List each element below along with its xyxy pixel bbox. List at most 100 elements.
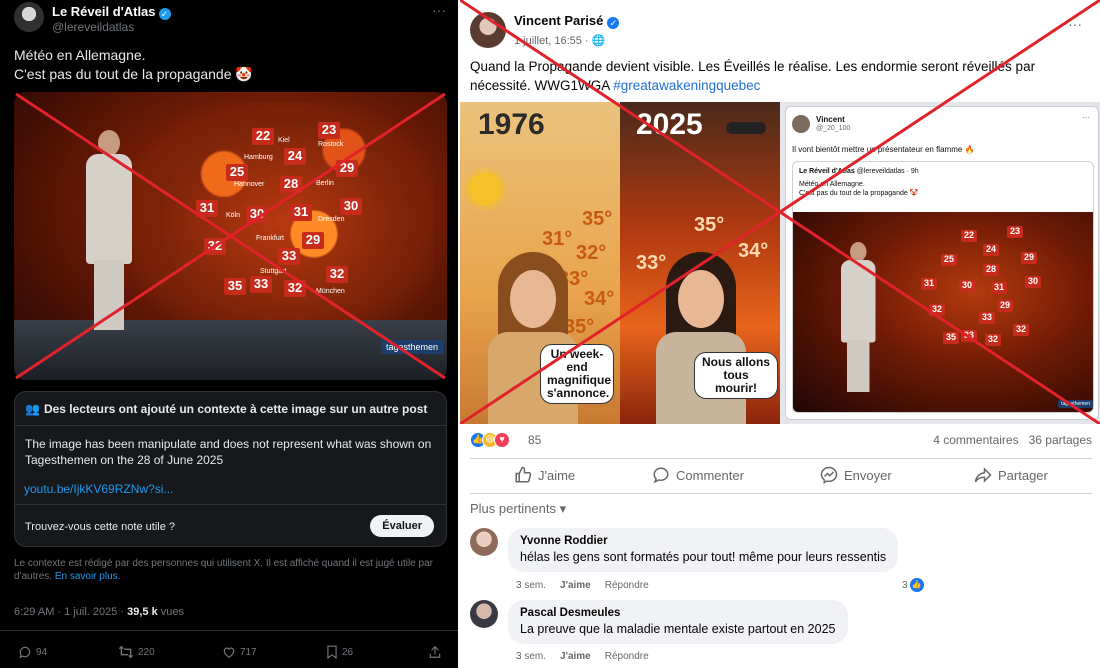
meme-image[interactable]: 1976 2025 35° 31° 32° 33° 34° 35° 35° 33… [460,102,780,424]
divider [470,493,1092,494]
meme-temp: 31° [542,228,573,250]
temp-badge: 35 [224,278,246,295]
embedded-screenshot[interactable]: Vincent @_20_100 ··· Il vont bientôt met… [785,106,1099,420]
temp-badge: 33 [250,276,272,293]
city-label: Hamburg [244,154,273,161]
like-icon [223,647,235,658]
author-name-text[interactable]: Vincent Parisé [514,13,603,28]
post-timestamp[interactable]: 6:29 AM · 1 juil. 2025 · [14,606,127,618]
temp-badge: 31 [290,204,312,221]
share-button[interactable]: Partager [974,466,1048,484]
avatar[interactable] [470,600,498,628]
quoted-text-line: C'est pas du tout de la propagande 🤡 [799,190,919,197]
repost-button[interactable]: 220 [118,645,155,659]
temp-badge: 31 [196,200,218,217]
temp-badge: 30 [959,280,975,292]
more-options-icon[interactable]: ··· [1068,16,1082,32]
reply-button[interactable]: 94 [18,645,47,659]
temp-badge: 24 [983,244,999,256]
author-name[interactable]: Vincent Parisé ✓ [514,13,620,29]
share-button[interactable] [428,645,442,659]
temp-badge: 29 [1021,252,1037,264]
city-label: Rostock [318,141,344,148]
learn-more-link[interactable]: En savoir plus. [55,571,121,582]
community-note-link[interactable]: youtu.be/IjkKV69RZNw?si... [24,482,173,496]
views-label: vues [157,606,185,618]
share-button-label: Partager [998,467,1048,483]
quoted-author: Le Réveil d'Atlas @lereveildatlas · 9h [799,168,919,175]
reaction-stats: 👍 😆 ♥ 85 4 commentaires 36 partages [470,432,1092,450]
helicopter-icon [726,122,766,134]
city-label: München [316,288,345,295]
post-date[interactable]: 1 juillet, 16:55 · 🌐 [514,34,605,47]
author-handle[interactable]: @lereveildatlas [52,20,134,34]
post-text-line: Météo en Allemagne. [14,47,146,63]
like-button[interactable]: J'aime [514,466,575,484]
like-reaction-icon: 👍 [909,578,924,592]
avatar[interactable] [470,12,506,48]
temp-badge: 30 [1025,276,1041,288]
reply-icon [19,646,31,659]
community-note-header: 👥 Des lecteurs ont ajouté un contexte à c… [15,392,446,426]
avatar[interactable] [470,528,498,556]
reaction-icons[interactable]: 👍 😆 ♥ [470,432,510,448]
avatar[interactable] [14,2,44,32]
meme-temp: 35° [694,214,725,236]
comment-author[interactable]: Yvonne Roddier [520,535,886,547]
temp-badge: 31 [991,282,1007,294]
facebook-post: Vincent Parisé ✓ 1 juillet, 16:55 · 🌐 ···… [460,0,1100,668]
reply-count: 94 [36,646,48,658]
meme-temp: 35° [582,208,613,230]
temp-badge: 32 [929,304,945,316]
comment-time[interactable]: 3 sem. [516,651,546,662]
quoted-post: Le Réveil d'Atlas @lereveildatlas · 9h M… [792,161,1094,413]
temp-badge: 24 [284,148,306,165]
comment-button-label: Commenter [676,467,744,483]
reaction-count[interactable]: 85 [528,433,541,447]
temp-badge: 33 [979,312,995,324]
comment-author[interactable]: Pascal Desmeules [520,607,836,619]
temp-badge: 32 [1013,324,1029,336]
more-options-icon[interactable]: ··· [432,2,446,18]
verified-badge-icon: ✓ [158,8,171,20]
comment-like-button[interactable]: J'aime [560,651,591,662]
x-post: Le Réveil d'Atlas ✓ @lereveildatlas ··· M… [0,0,458,668]
shares-count[interactable]: 36 partages [1029,433,1092,447]
embedded-handle: @_20_100 [816,125,851,132]
send-button[interactable]: Envoyer [820,466,892,484]
rate-note-button[interactable]: Évaluer [370,515,434,537]
like-button[interactable]: 717 [222,645,257,659]
comment-bubble: Pascal Desmeules La preuve que la maladi… [508,600,848,644]
meme-caption-left: Un week-end magnifique s'annonce. [540,344,614,404]
temp-badge: 28 [280,176,302,193]
send-button-label: Envoyer [844,467,892,483]
comment-text: hélas les gens sont formatés pour tout! … [520,550,887,564]
meme-year-left: 1976 [478,108,545,141]
divider [0,630,458,631]
city-label: Berlin [316,180,334,187]
quoted-author-name: Le Réveil d'Atlas [799,168,855,175]
city-label: Köln [226,212,241,219]
comment-share-counts: 4 commentaires 36 partages [933,433,1092,447]
weather-map-image[interactable]: 22 23 24 29 25 28 30 31 30 31 32 29 33 3… [14,92,447,380]
comment-reply-button[interactable]: Répondre [605,651,649,662]
comments-count[interactable]: 4 commentaires [933,433,1018,447]
comment-reply-button[interactable]: Répondre [605,580,649,591]
hashtag-link[interactable]: #greatawakeningquebec [613,78,760,93]
temp-badge: 30 [246,206,268,223]
comment-like-count[interactable]: 3 👍 [902,578,924,592]
comment-filter-dropdown[interactable]: Plus pertinents ▾ [470,501,566,517]
temp-badge: 22 [961,230,977,242]
bookmark-count: 26 [342,646,354,658]
temp-badge: 22 [252,128,274,145]
comment-like-button[interactable]: J'aime [560,580,591,591]
temp-badge: 31 [921,278,937,290]
post-meta: 6:29 AM · 1 juil. 2025 · 39,5 k vues [14,606,184,618]
post-media[interactable]: 1976 2025 35° 31° 32° 33° 34° 35° 35° 33… [460,102,1100,424]
comment-likes-number: 3 [902,579,908,591]
author-name[interactable]: Le Réveil d'Atlas ✓ [52,4,171,20]
author-name-text[interactable]: Le Réveil d'Atlas [52,4,156,19]
comment-button[interactable]: Commenter [652,466,744,484]
bookmark-button[interactable]: 26 [326,645,353,659]
comment-time[interactable]: 3 sem. [516,580,546,591]
